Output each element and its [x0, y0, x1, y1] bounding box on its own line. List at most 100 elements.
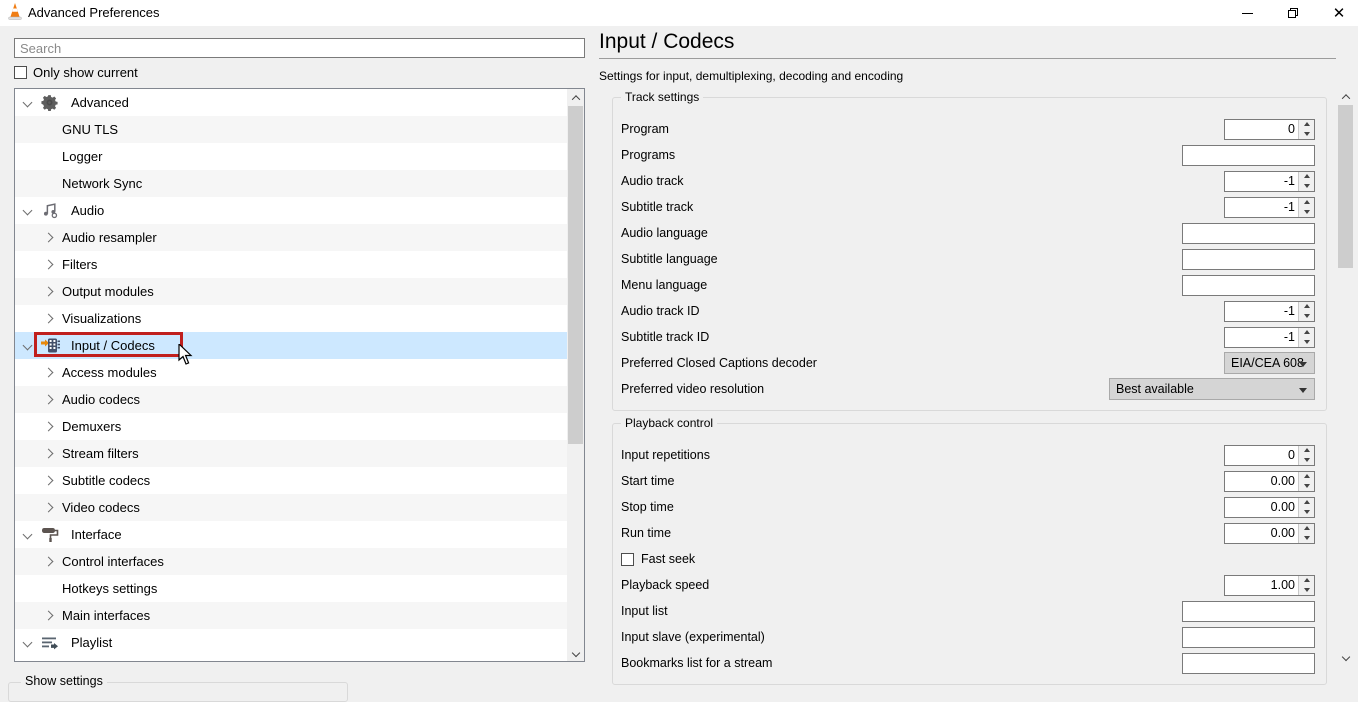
spin-up-icon[interactable]	[1299, 523, 1314, 533]
tree-scrollbar-thumb[interactable]	[568, 106, 583, 444]
chevron-right-icon[interactable]	[43, 610, 54, 621]
spin-up-icon[interactable]	[1299, 197, 1314, 207]
only-show-current-row[interactable]: Only show current	[14, 65, 138, 80]
tree-item-output-modules[interactable]: Output modules	[15, 278, 567, 305]
preferred-closed-captions-decoder-dropdown[interactable]: EIA/CEA 608	[1224, 352, 1315, 374]
chevron-right-icon[interactable]	[43, 421, 54, 432]
chevron-down-icon[interactable]	[22, 529, 33, 540]
spin-up-icon[interactable]	[1299, 471, 1314, 481]
tree-scrollbar[interactable]	[567, 89, 584, 661]
spin-down-icon[interactable]	[1299, 337, 1314, 347]
chevron-down-icon[interactable]	[22, 205, 33, 216]
tree-item-hotkeys-settings[interactable]: Hotkeys settings	[15, 575, 567, 602]
menu-language-input[interactable]	[1182, 274, 1315, 296]
preferred-video-resolution-dropdown[interactable]: Best available	[1109, 378, 1315, 400]
spin-down-icon[interactable]	[1299, 311, 1314, 321]
spin-down-icon[interactable]	[1299, 481, 1314, 491]
chevron-right-icon[interactable]	[43, 556, 54, 567]
audio-track-spinbox[interactable]: -1	[1224, 170, 1315, 192]
chevron-right-icon[interactable]	[43, 313, 54, 324]
audio-track-id-spinbox[interactable]: -1	[1224, 300, 1315, 322]
chevron-right-icon[interactable]	[43, 448, 54, 459]
tree-item-gnu-tls[interactable]: GNU TLS	[15, 116, 567, 143]
spin-up-icon[interactable]	[1299, 497, 1314, 507]
tree-item-main-interfaces[interactable]: Main interfaces	[15, 602, 567, 629]
spin-up-icon[interactable]	[1299, 445, 1314, 455]
chevron-down-icon[interactable]	[22, 340, 33, 351]
tree-item-logger[interactable]: Logger	[15, 143, 567, 170]
spin-down-icon[interactable]	[1299, 181, 1314, 191]
setting-row-subtitle-track: Subtitle track -1	[621, 194, 1315, 220]
chevron-right-icon[interactable]	[43, 502, 54, 513]
spin-down-icon[interactable]	[1299, 129, 1314, 139]
setting-row-bookmarks-list-for-a-stream: Bookmarks list for a stream	[621, 650, 1315, 676]
spin-down-icon[interactable]	[1299, 455, 1314, 465]
preferences-tree: Advanced GNU TLS Logger Network Sync Audio Au…	[14, 88, 585, 662]
spin-down-icon[interactable]	[1299, 207, 1314, 217]
programs-input[interactable]	[1182, 144, 1315, 166]
minimize-button[interactable]	[1224, 0, 1270, 26]
stop-time-spinbox[interactable]: 0.00	[1224, 496, 1315, 518]
tree-item-audio-resampler[interactable]: Audio resampler	[15, 224, 567, 251]
scroll-down-icon[interactable]	[1337, 648, 1354, 665]
tree-item-stream-filters[interactable]: Stream filters	[15, 440, 567, 467]
chevron-right-icon[interactable]	[43, 286, 54, 297]
restore-button[interactable]	[1270, 0, 1316, 26]
tree-item-audio-codecs[interactable]: Audio codecs	[15, 386, 567, 413]
chevron-right-icon[interactable]	[43, 394, 54, 405]
input-list-input[interactable]	[1182, 600, 1315, 622]
spin-down-icon[interactable]	[1299, 533, 1314, 543]
tree-item-demuxers[interactable]: Demuxers	[15, 413, 567, 440]
start-time-spinbox[interactable]: 0.00	[1224, 470, 1315, 492]
checkbox-fast-seek[interactable]: Fast seek	[621, 552, 695, 566]
spinbox-value: 0	[1288, 448, 1295, 462]
audio-language-input[interactable]	[1182, 222, 1315, 244]
subtitle-language-input[interactable]	[1182, 248, 1315, 270]
search-input[interactable]	[14, 38, 585, 58]
tree-item-visualizations[interactable]: Visualizations	[15, 305, 567, 332]
fast-seek-checkbox[interactable]	[621, 552, 634, 566]
spin-up-icon[interactable]	[1299, 119, 1314, 129]
panel-scrollbar-thumb[interactable]	[1338, 105, 1353, 268]
chevron-down-icon[interactable]	[22, 97, 33, 108]
subtitle-track-id-spinbox[interactable]: -1	[1224, 326, 1315, 348]
spin-down-icon[interactable]	[1299, 585, 1314, 595]
minimize-icon	[1241, 12, 1253, 14]
scroll-down-icon[interactable]	[567, 644, 584, 661]
tree-item-network-sync[interactable]: Network Sync	[15, 170, 567, 197]
chevron-right-icon[interactable]	[43, 367, 54, 378]
chevron-right-icon[interactable]	[43, 475, 54, 486]
tree-item-access-modules[interactable]: Access modules	[15, 359, 567, 386]
tree-item-interface[interactable]: Interface	[15, 521, 567, 548]
tree-item-subtitle-codecs[interactable]: Subtitle codecs	[15, 467, 567, 494]
chevron-right-icon[interactable]	[43, 259, 54, 270]
tree-item-advanced[interactable]: Advanced	[15, 89, 567, 116]
chevron-down-icon[interactable]	[22, 637, 33, 648]
close-button[interactable]: ✕	[1316, 0, 1358, 26]
spin-up-icon[interactable]	[1299, 575, 1314, 585]
chevron-right-icon[interactable]	[43, 232, 54, 243]
spin-up-icon[interactable]	[1299, 171, 1314, 181]
scroll-up-icon[interactable]	[567, 89, 584, 106]
tree-item-video-codecs[interactable]: Video codecs	[15, 494, 567, 521]
run-time-spinbox[interactable]: 0.00	[1224, 522, 1315, 544]
subtitle-track-spinbox[interactable]: -1	[1224, 196, 1315, 218]
only-show-current-checkbox[interactable]	[14, 66, 27, 79]
panel-scrollbar[interactable]	[1337, 88, 1354, 665]
input-repetitions-spinbox[interactable]: 0	[1224, 444, 1315, 466]
input-slave-experimental-input[interactable]	[1182, 626, 1315, 648]
dropdown-value: Best available	[1116, 382, 1194, 396]
spin-down-icon[interactable]	[1299, 507, 1314, 517]
tree-item-audio[interactable]: Audio	[15, 197, 567, 224]
bookmarks-list-for-a-stream-input[interactable]	[1182, 652, 1315, 674]
spin-up-icon[interactable]	[1299, 327, 1314, 337]
tree-item-filters[interactable]: Filters	[15, 251, 567, 278]
scroll-up-icon[interactable]	[1337, 88, 1354, 105]
tree-item-playlist[interactable]: Playlist	[15, 629, 567, 656]
setting-row-input-list: Input list	[621, 598, 1315, 624]
tree-item-input-codecs[interactable]: Input / Codecs	[15, 332, 567, 359]
playback-speed-spinbox[interactable]: 1.00	[1224, 574, 1315, 596]
spin-up-icon[interactable]	[1299, 301, 1314, 311]
program-spinbox[interactable]: 0	[1224, 118, 1315, 140]
tree-item-control-interfaces[interactable]: Control interfaces	[15, 548, 567, 575]
